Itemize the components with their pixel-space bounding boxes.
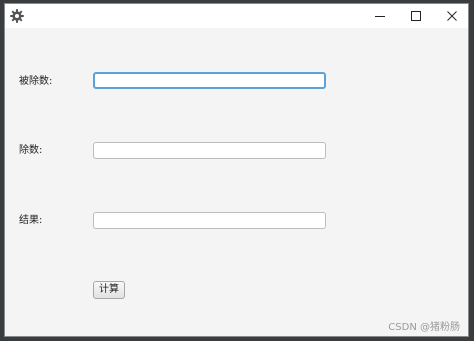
- app-window: 被除数: 除数: 结果: 计算 CSDN @猪粉肠: [4, 3, 469, 337]
- maximize-button[interactable]: [398, 4, 434, 28]
- divisor-label: 除数:: [19, 145, 43, 156]
- result-label: 结果:: [19, 215, 43, 226]
- gear-icon: [9, 8, 25, 24]
- watermark-text: CSDN @猪粉肠: [388, 322, 460, 333]
- calculate-button[interactable]: 计算: [93, 281, 125, 299]
- title-bar[interactable]: [5, 4, 468, 28]
- maximize-icon: [411, 11, 421, 21]
- divisor-input[interactable]: [93, 142, 326, 159]
- close-button[interactable]: [434, 4, 468, 28]
- close-icon: [447, 11, 457, 21]
- result-input[interactable]: [93, 212, 326, 229]
- dividend-label: 被除数:: [19, 76, 53, 87]
- minimize-button[interactable]: [362, 4, 398, 28]
- dividend-input[interactable]: [93, 72, 326, 89]
- minimize-icon: [375, 16, 385, 17]
- form-panel: 被除数: 除数: 结果: 计算 CSDN @猪粉肠: [5, 28, 468, 336]
